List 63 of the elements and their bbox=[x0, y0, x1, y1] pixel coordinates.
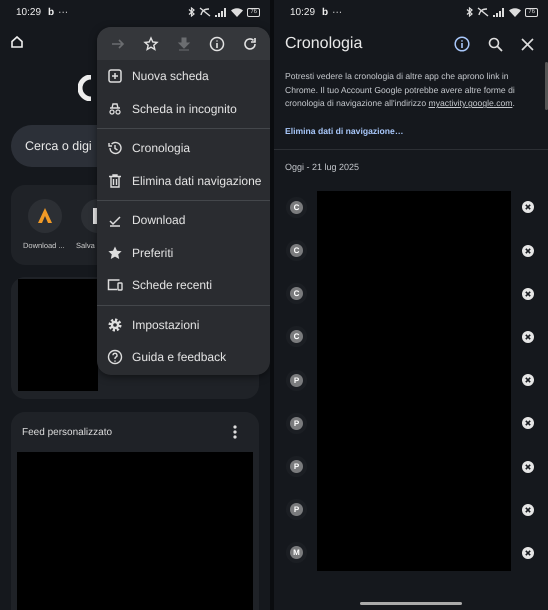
info-icon[interactable] bbox=[454, 36, 470, 52]
site-favicon: C bbox=[290, 287, 303, 300]
menu-item[interactable]: Schede recenti bbox=[97, 269, 270, 302]
history-icon bbox=[107, 140, 123, 156]
menu-item[interactable]: Download bbox=[97, 204, 270, 236]
logo-fragment-icon bbox=[78, 75, 92, 101]
mute-icon bbox=[199, 7, 212, 17]
bluetooth-icon bbox=[188, 7, 196, 17]
site-favicon: P bbox=[290, 503, 303, 516]
status-time: 10:29 bbox=[290, 6, 316, 18]
status-time: 10:29 bbox=[16, 6, 42, 18]
incognito-icon bbox=[107, 100, 123, 117]
plus-square-icon bbox=[107, 68, 123, 84]
more-icon[interactable] bbox=[233, 425, 237, 439]
notification-letter: b bbox=[322, 6, 328, 18]
remove-icon[interactable] bbox=[522, 330, 534, 343]
remove-icon[interactable] bbox=[522, 460, 534, 472]
remove-icon[interactable] bbox=[522, 244, 534, 257]
activity-link[interactable]: myactivity.google.com bbox=[428, 98, 512, 108]
help-icon bbox=[107, 349, 123, 366]
notice-text: Potresti vedere la cronologia di altre app che aprono link in Chrome. Il tuo Account Google potrebbe avere altre forme di cronologia di navigazione all'indirizzo myactivity.google.com. bbox=[285, 70, 516, 110]
bluetooth-icon bbox=[466, 7, 474, 17]
signal-icon bbox=[493, 8, 506, 16]
site-favicon: C bbox=[290, 244, 303, 258]
site-favicon: C bbox=[290, 200, 303, 214]
devices-icon bbox=[107, 277, 123, 294]
remove-icon[interactable] bbox=[522, 417, 534, 430]
remove-icon[interactable] bbox=[522, 288, 534, 300]
close-icon[interactable] bbox=[521, 38, 534, 50]
search-icon[interactable] bbox=[488, 36, 503, 52]
wifi-icon bbox=[231, 7, 244, 17]
remove-icon[interactable] bbox=[522, 504, 534, 516]
star-icon bbox=[107, 244, 123, 261]
trash-icon bbox=[107, 172, 123, 189]
wifi-icon bbox=[509, 7, 522, 17]
site-favicon: P bbox=[290, 416, 303, 430]
notification-dots: ··· bbox=[58, 6, 68, 18]
feed-title: Feed personalizzato bbox=[22, 426, 112, 438]
menu-item[interactable]: Nuova scheda bbox=[97, 60, 270, 92]
tile-icon[interactable] bbox=[28, 199, 62, 233]
menu-item[interactable]: Elimina dati navigazione bbox=[97, 164, 270, 197]
gear-icon bbox=[107, 316, 123, 333]
menu-item[interactable]: Guida e feedback bbox=[97, 341, 270, 374]
menu-item[interactable]: Impostazioni bbox=[97, 308, 270, 341]
notification-dots: ··· bbox=[332, 6, 342, 18]
menu-item[interactable]: Preferiti bbox=[97, 236, 270, 269]
site-favicon: C bbox=[290, 330, 303, 344]
menu-item[interactable]: Scheda in incognito bbox=[97, 92, 270, 125]
site-favicon: P bbox=[290, 374, 303, 387]
site-favicon: M bbox=[290, 546, 303, 560]
site-favicon: P bbox=[290, 460, 303, 473]
page-title: Cronologia bbox=[285, 35, 362, 53]
scrollbar bbox=[545, 62, 548, 110]
clear-data-link[interactable]: Elimina dati di navigazione… bbox=[285, 126, 548, 136]
home-icon[interactable] bbox=[10, 35, 24, 49]
date-header: Oggi - 21 lug 2025 bbox=[285, 162, 360, 172]
mute-icon bbox=[477, 7, 490, 17]
notification-letter: b bbox=[48, 6, 54, 18]
menu-item[interactable]: Cronologia bbox=[97, 132, 270, 164]
remove-icon[interactable] bbox=[522, 201, 534, 214]
remove-icon[interactable] bbox=[522, 546, 534, 559]
remove-icon[interactable] bbox=[522, 374, 534, 386]
signal-icon bbox=[215, 8, 228, 16]
